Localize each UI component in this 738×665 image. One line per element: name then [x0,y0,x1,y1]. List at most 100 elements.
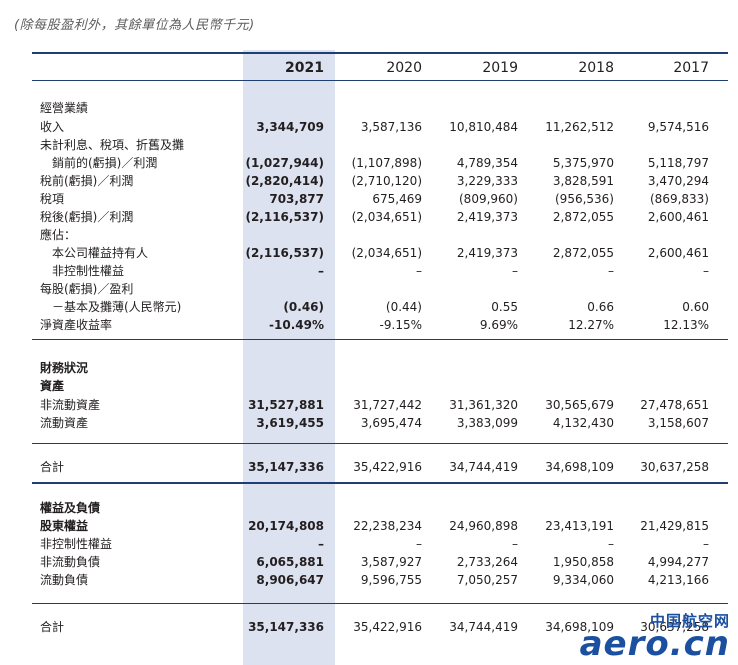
table-cell: 30,565,679 [545,398,614,412]
row-label: 未計利息、稅項、折舊及攤 [40,138,185,152]
row-label: 收入 [40,120,65,134]
row-label: 稅前(虧損)／利潤 [40,174,134,188]
table-cell: (2,116,537) [245,246,324,260]
table-cell: (2,820,414) [245,174,324,188]
table-cell: – [512,264,518,278]
table-cell: (2,034,651) [351,246,422,260]
table-cell: 9,596,755 [360,573,422,587]
table-cell: 1,950,858 [552,555,614,569]
year-header: 2021 [285,60,324,76]
row-label: 非流動資產 [40,398,101,412]
table-cell: 24,960,898 [449,519,518,533]
table-cell: 0.66 [587,300,614,314]
table-cell: 4,789,354 [456,156,518,170]
row-label: 非控制性權益 [40,537,113,551]
row-label: 稅項 [40,192,65,206]
year-header: 2017 [673,60,709,76]
row-label: 經營業績 [40,101,89,115]
table-cell: – [703,537,709,551]
table-cell: 34,744,419 [449,620,518,634]
table-cell: (869,833) [650,192,709,206]
watermark-en: aero.cn [579,624,730,664]
table-cell: (809,960) [459,192,518,206]
table-cell: 3,587,136 [360,120,422,134]
table-cell: 2,600,461 [647,210,709,224]
row-label: 財務狀況 [40,361,89,375]
table-cell: (1,107,898) [351,156,422,170]
table-cell: – [416,264,422,278]
row-label: 非控制性權益 [40,264,125,278]
table-cell: 5,118,797 [647,156,709,170]
table-cell: (2,116,537) [245,210,324,224]
row-label: 稅後(虧損)／利潤 [40,210,134,224]
table-cell: (956,536) [555,192,614,206]
table-cell: – [608,264,614,278]
table-cell: 30,637,258 [640,460,709,474]
table-cell: 3,470,294 [647,174,709,188]
table-cell: – [318,264,324,278]
row-label: 非流動負債 [40,555,101,569]
year-header: 2018 [578,60,614,76]
table-cell: 2,419,373 [456,210,518,224]
rule-subtotal-2 [32,603,728,604]
row-label: －基本及攤薄(人民幣元) [40,300,182,314]
table-cell: 675,469 [372,192,422,206]
row-label: 應佔： [40,228,77,242]
row-label: 股東權益 [40,519,89,533]
table-cell: 34,744,419 [449,460,518,474]
rule-subtotal-1 [32,443,728,444]
table-cell: 35,422,916 [353,620,422,634]
table-cell: 4,994,277 [647,555,709,569]
units-note: (除每股盈利外，其餘單位為人民幣千元) [14,18,255,33]
rule-header [32,80,728,81]
table-cell: 31,361,320 [449,398,518,412]
table-cell: 31,727,442 [353,398,422,412]
row-label: 資產 [40,379,65,393]
table-cell: 2,419,373 [456,246,518,260]
table-cell: 3,344,709 [256,120,324,134]
table-cell: – [512,537,518,551]
table-cell: – [608,537,614,551]
table-cell: 2,872,055 [552,210,614,224]
table-cell: 22,238,234 [353,519,422,533]
table-cell: – [703,264,709,278]
table-cell: 2,872,055 [552,246,614,260]
table-cell: 3,619,455 [256,416,324,430]
table-cell: 0.60 [682,300,709,314]
table-cell: 9.69% [479,318,518,332]
table-cell: (2,034,651) [351,210,422,224]
table-cell: 6,065,881 [256,555,324,569]
table-cell: (0.46) [283,300,324,314]
table-cell: 4,132,430 [552,416,614,430]
table-cell: 3,229,333 [456,174,518,188]
rule-section-1 [32,339,728,340]
table-cell: 3,158,607 [647,416,709,430]
row-label: 淨資產收益率 [40,318,113,332]
table-cell: 8,906,647 [256,573,324,587]
table-cell: 2,600,461 [647,246,709,260]
table-cell: -9.15% [379,318,422,332]
table-cell: 31,527,881 [248,398,324,412]
table-cell: 27,478,651 [640,398,709,412]
year-header: 2019 [482,60,518,76]
row-label: 本公司權益持有人 [40,246,149,260]
table-cell: 20,174,808 [248,519,324,533]
table-cell: 4,213,166 [647,573,709,587]
table-cell: 7,050,257 [456,573,518,587]
table-cell: 34,698,109 [545,460,614,474]
table-cell: 3,383,099 [456,416,518,430]
row-label: 流動資產 [40,416,89,430]
table-cell: – [318,537,324,551]
table-cell: 21,429,815 [640,519,709,533]
table-cell: 9,334,060 [552,573,614,587]
table-cell: 11,262,512 [545,120,614,134]
table-cell: – [416,537,422,551]
aero-cn-watermark: 中国航空网 aero.cn [580,610,730,664]
row-label: 合計 [40,620,65,634]
table-cell: (2,710,120) [351,174,422,188]
table-cell: 2,733,264 [456,555,518,569]
table-cell: 5,375,970 [552,156,614,170]
year-header: 2020 [386,60,422,76]
table-cell: 10,810,484 [449,120,518,134]
table-cell: (1,027,944) [245,156,324,170]
